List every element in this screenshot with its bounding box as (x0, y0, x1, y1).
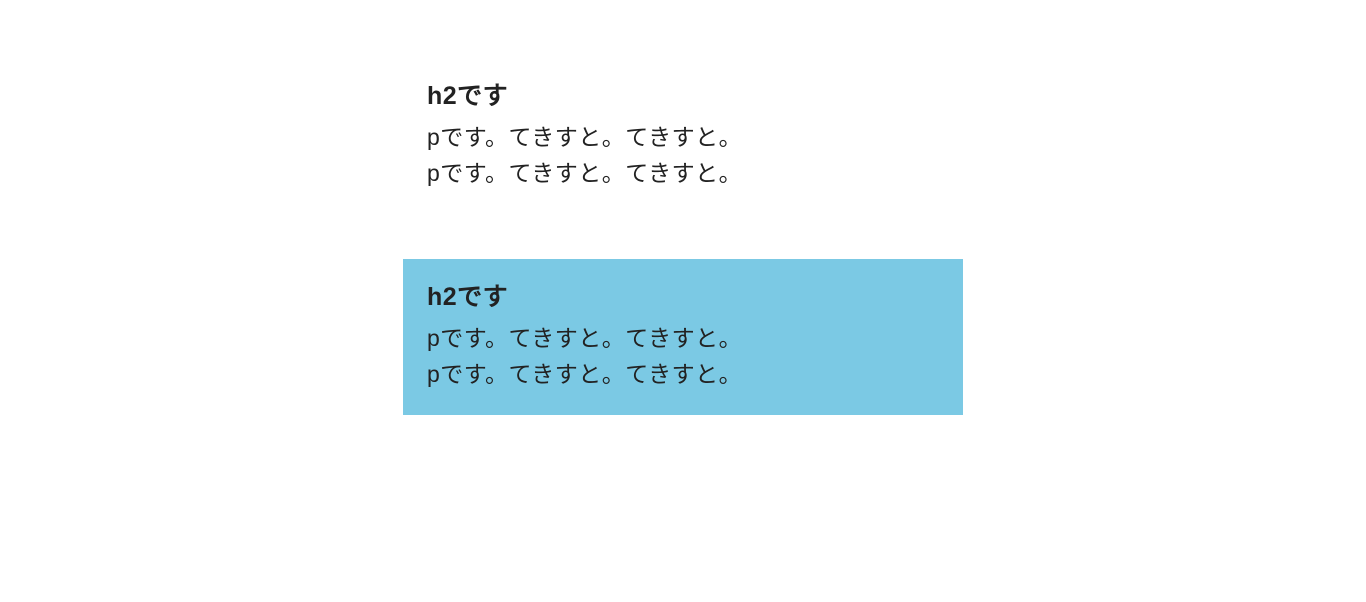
paragraph-plain-2: pです。てきすと。てきすと。 (427, 156, 939, 192)
heading-highlight: h2です (427, 277, 939, 313)
section-highlight: h2です pです。てきすと。てきすと。 pです。てきすと。てきすと。 (403, 259, 963, 414)
paragraph-highlight-1: pです。てきすと。てきすと。 (427, 321, 939, 357)
paragraph-highlight-2: pです。てきすと。てきすと。 (427, 357, 939, 393)
section-plain: h2です pです。てきすと。てきすと。 pです。てきすと。てきすと。 (403, 58, 963, 213)
heading-plain: h2です (427, 76, 939, 112)
paragraph-plain-1: pです。てきすと。てきすと。 (427, 120, 939, 156)
